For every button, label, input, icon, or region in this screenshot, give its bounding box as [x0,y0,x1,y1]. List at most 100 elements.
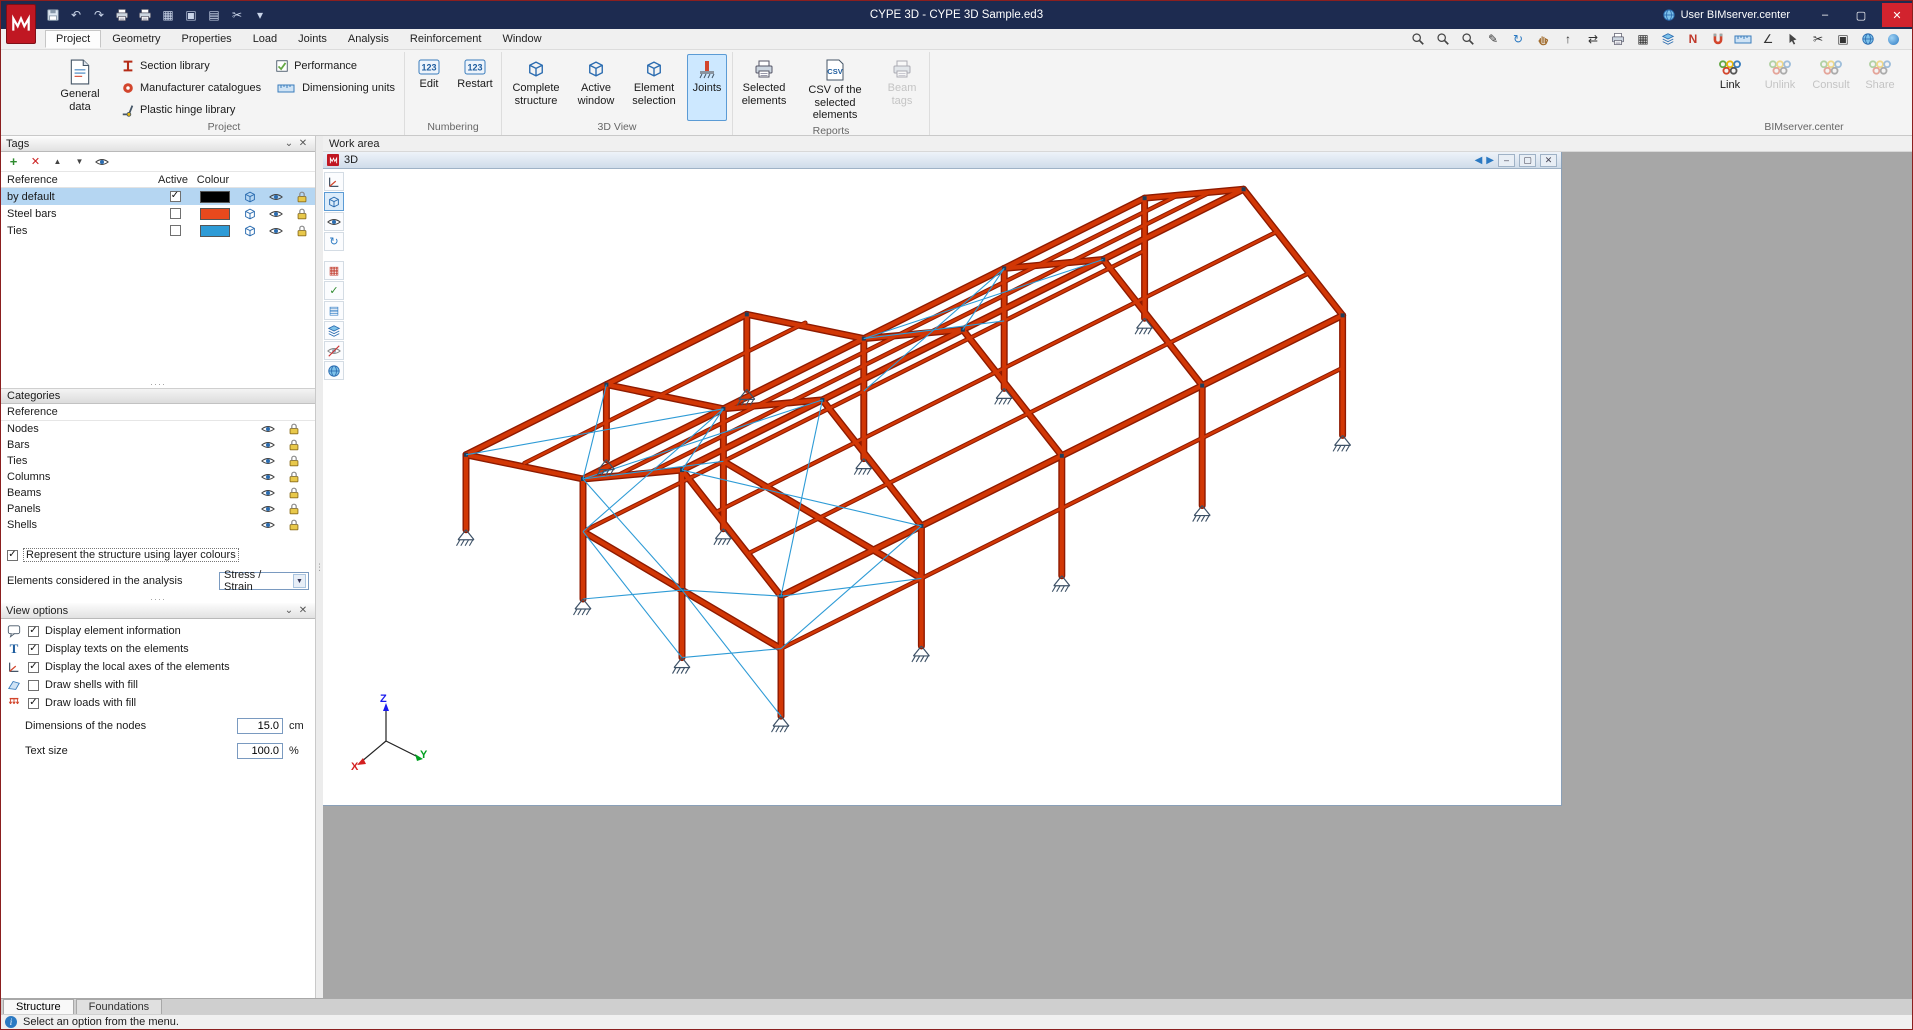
view-options-collapse-icon[interactable]: ⌄ [282,605,296,616]
plastic-hinge-library-button[interactable]: Plastic hinge library [117,100,265,120]
texts-checkbox[interactable] [28,643,39,655]
category-lock-icon[interactable] [281,502,307,516]
tag-cube-icon[interactable] [237,224,263,238]
previous-window-icon[interactable]: ◀ [1475,155,1483,166]
results-table-icon[interactable]: ▤ [324,301,344,320]
text-size-input[interactable] [237,743,283,759]
magnet-snap-icon[interactable] [1709,31,1727,47]
layer-colours-checkbox[interactable] [7,549,18,561]
north-icon[interactable]: N [1684,31,1702,47]
category-row-panels[interactable]: Panels [1,501,315,517]
view-options-close-icon[interactable]: ✕ [296,605,310,616]
zoom-window-icon[interactable] [1434,31,1452,47]
tools-dropdown-icon[interactable]: ▾ [250,5,270,25]
category-lock-icon[interactable] [281,470,307,484]
panel-splitter-handle[interactable]: ···· [1,379,315,389]
category-lock-icon[interactable] [281,518,307,532]
tab-project[interactable]: Project [45,30,102,48]
minimize-button[interactable]: – [1810,3,1840,27]
grid-icon[interactable]: ▦ [1634,31,1652,47]
tag-row[interactable]: Steel bars [1,205,315,222]
globe-view-icon[interactable] [1859,31,1877,47]
active-window-button[interactable]: Active window [571,54,621,121]
beam-tags-button[interactable]: Beam tags [880,54,924,125]
3d-minimize-button[interactable]: – [1498,153,1515,167]
layers-panel-icon[interactable] [324,321,344,340]
tag-active-checkbox[interactable] [169,191,181,202]
pan-icon[interactable] [1534,31,1552,47]
category-row-beams[interactable]: Beams [1,485,315,501]
category-lock-icon[interactable] [281,422,307,436]
bimserver-user[interactable]: User BIMserver.center [1662,8,1804,22]
capture-image-icon[interactable]: ▦ [158,5,178,25]
hide-elements-icon[interactable] [324,341,344,360]
complete-structure-button[interactable]: Complete structure [507,54,565,121]
tab-reinforcement[interactable]: Reinforcement [400,31,492,47]
category-row-bars[interactable]: Bars [1,437,315,453]
manufacturer-catalogues-button[interactable]: Manufacturer catalogues [117,78,265,98]
tag-eye-icon[interactable] [263,207,289,221]
tag-colour-swatch[interactable] [200,224,230,237]
tag-active-checkbox[interactable] [169,208,181,219]
tag-eye-icon[interactable] [263,224,289,238]
3d-maximize-button[interactable]: ▢ [1519,153,1536,167]
element-selection-button[interactable]: Element selection [627,54,681,121]
tab-foundations[interactable]: Foundations [75,999,163,1014]
delete-tag-button[interactable]: ✕ [28,154,43,169]
tag-active-checkbox[interactable] [169,225,181,236]
split-window-icon[interactable]: ▤ [204,5,224,25]
tag-lock-icon[interactable] [289,207,315,221]
tab-structure[interactable]: Structure [3,999,74,1014]
category-eye-icon[interactable] [255,502,281,516]
tag-row[interactable]: Ties [1,222,315,239]
tag-cube-icon[interactable] [237,207,263,221]
maximize-button[interactable]: ▢ [1846,3,1876,27]
tag-lock-icon[interactable] [289,224,315,238]
category-eye-icon[interactable] [255,422,281,436]
layers-icon[interactable] [1659,31,1677,47]
zoom-out-icon[interactable] [1459,31,1477,47]
tags-close-icon[interactable]: ✕ [296,138,310,149]
tab-geometry[interactable]: Geometry [102,31,170,47]
tag-eye-icon[interactable] [263,190,289,204]
csv-selected-elements-button[interactable]: CSV of the selected elements [796,54,874,125]
next-window-icon[interactable]: ▶ [1486,155,1494,166]
tag-lock-icon[interactable] [289,190,315,204]
print-settings-icon[interactable] [135,5,155,25]
move-tag-down-button[interactable]: ▼ [72,154,87,169]
category-eye-icon[interactable] [255,486,281,500]
cype-logo[interactable] [6,4,36,44]
category-row-columns[interactable]: Columns [1,469,315,485]
bars-table-icon[interactable]: ▦ [324,261,344,280]
section-library-button[interactable]: Section library [117,56,265,76]
panel-resize-splitter[interactable]: ⋮ [315,136,324,998]
ruler-icon[interactable] [1734,31,1752,47]
tab-analysis[interactable]: Analysis [338,31,399,47]
joints-button[interactable]: Joints [687,54,728,121]
cut-section-icon[interactable]: ✂ [227,5,247,25]
tag-row[interactable]: by default [1,188,315,205]
numbering-edit-button[interactable]: Edit [410,54,448,121]
bim-consult-button[interactable]: Consult [1808,54,1854,121]
move-tag-up-button[interactable]: ▲ [50,154,65,169]
category-lock-icon[interactable] [281,454,307,468]
tag-colour-swatch[interactable] [200,190,230,203]
save-icon[interactable] [43,5,63,25]
tab-joints[interactable]: Joints [288,31,337,47]
category-eye-icon[interactable] [255,438,281,452]
element-info-checkbox[interactable] [28,625,39,637]
close-button[interactable]: ✕ [1882,3,1912,27]
redo-icon[interactable]: ↷ [89,5,109,25]
bim-link-button[interactable]: Link [1708,54,1752,121]
tags-collapse-icon[interactable]: ⌄ [282,138,296,149]
category-eye-icon[interactable] [255,454,281,468]
numbering-restart-button[interactable]: Restart [454,54,496,121]
structure-3d-model[interactable] [323,169,1561,805]
print-view-icon[interactable] [1609,31,1627,47]
render-icon[interactable] [1884,31,1902,47]
print-icon[interactable] [112,5,132,25]
3d-viewport[interactable]: ↻ ▦ ✓ ▤ Z X Y [323,169,1561,805]
tab-load[interactable]: Load [243,31,287,47]
analysis-elements-dropdown[interactable]: Stress / Strain ▼ [219,569,309,593]
previous-view-icon[interactable]: ↑ [1559,31,1577,47]
